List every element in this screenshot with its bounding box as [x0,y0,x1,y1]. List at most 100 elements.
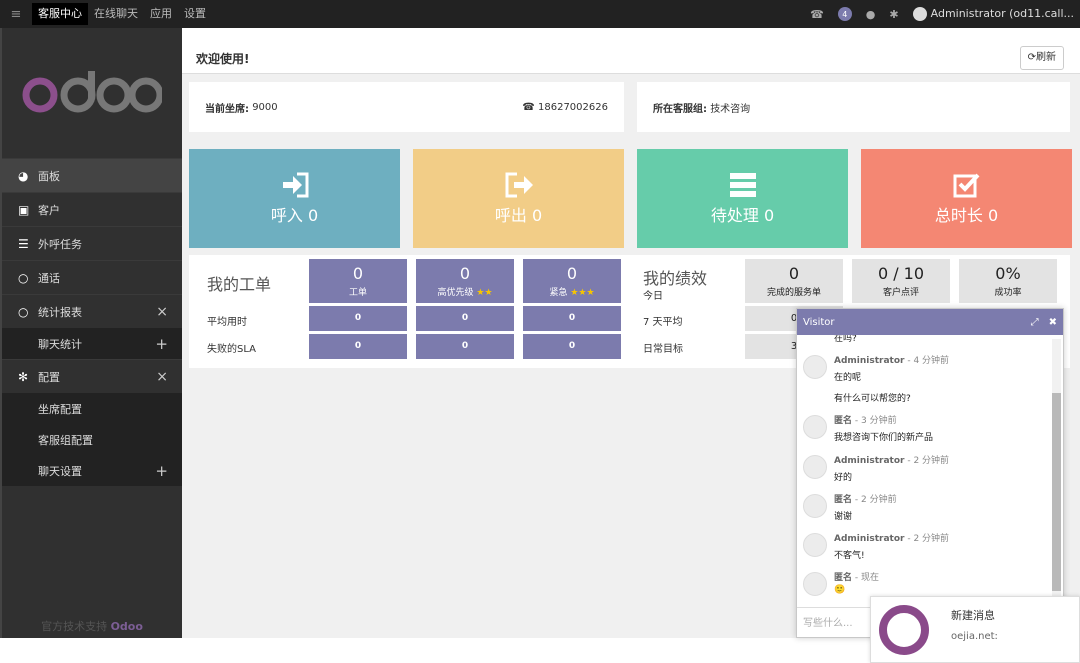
ticket-count-cell[interactable]: 0 工单 [309,259,407,303]
sidebar-item-label: 统计报表 [38,305,82,319]
chat-thread: 在吗? Administrator - 4 分钟前 在的呢 有什么可以帮您的? 匿名… [797,335,1053,605]
collapse-icon[interactable]: × [156,304,168,320]
sidebar-item-config[interactable]: ✻ 配置 × [2,359,182,393]
cell-value: 0% [995,264,1021,283]
stat-cell[interactable]: 0 [523,306,621,331]
cell-value: 0 [566,264,578,283]
tile-label: 待处理 0 [710,205,775,225]
sidebar-item-chat-stats[interactable]: 聊天统计 + [2,328,182,359]
row-label: 今日 [643,291,663,302]
group-label: 所在客服组: [653,103,707,115]
top-bar: ≡ 客服中心 在线聊天 应用 设置 ☎ 4 ● ✱ Administrator … [0,0,1080,28]
tile-pending[interactable]: 待处理 0 [637,149,848,248]
expand-icon[interactable]: + [155,335,168,353]
app-window: ≡ 客服中心 在线聊天 应用 设置 ☎ 4 ● ✱ Administrator … [0,0,1080,663]
high-priority-cell[interactable]: 0 高优先级 ★★ [416,259,514,303]
footer-brand-link[interactable]: Odoo [111,620,143,633]
tickets-title: 我的工单 [207,275,272,294]
avatar [912,7,927,21]
desktop-notification[interactable]: 新建消息 oejia.net: [870,596,1080,663]
collapse-icon[interactable]: × [156,369,168,385]
message-meta: 匿名 - 2 分钟前 [834,495,897,505]
message-author: 匿名 [834,495,853,505]
app-settings[interactable]: 设置 [178,3,212,25]
chat-bubble-icon[interactable]: ● [866,8,876,21]
chat-header[interactable]: Visitor ⤢ ✖ [797,309,1063,335]
sign-out-icon [505,172,533,197]
footer-text: 官方技术支持 [41,620,108,633]
sidebar-item-chat-settings[interactable]: 聊天设置 + [2,455,182,486]
performance-title: 我的绩效 [643,269,708,288]
bug-icon[interactable]: ✱ [889,8,898,21]
sidebar-item-reports[interactable]: ○ 统计报表 × [2,294,182,328]
cell-label: 成功率 [994,288,1022,298]
message-time: 4 分钟前 [913,356,950,366]
message-time: 2 分钟前 [913,534,950,544]
customer-rating-cell[interactable]: 0 / 10 客户点评 [852,259,950,303]
stat-cell[interactable]: 0 [416,306,514,331]
message-time: 2 分钟前 [913,456,950,466]
check-square-icon [953,173,979,197]
contact-icon: ▣ [18,202,30,217]
sidebar-item-customers[interactable]: ▣ 客户 [2,192,182,226]
tile-outbound[interactable]: 呼出 0 [413,149,624,248]
stat-cell[interactable]: 0 [309,306,407,331]
message-meta: 匿名 - 3 分钟前 [834,416,897,426]
cell-label-text: 高优先级 [437,288,474,298]
user-menu[interactable]: Administrator (od11.call... [912,7,1074,21]
expand-icon[interactable]: + [155,462,168,480]
sidebar-item-dashboard[interactable]: ◕ 面板 [2,158,182,192]
phone-icon[interactable]: ☎ [810,8,824,21]
stat-cell[interactable]: 0 [309,334,407,359]
page-title: 欢迎使用! [196,52,250,66]
sidebar: ◕ 面板 ▣ 客户 ☰ 外呼任务 ○ 通话 ○ 统计报表 × 聊天统计 + ✻ 配置 × 坐席配置… [0,28,182,638]
message-author: 匿名 [834,416,853,426]
sidebar-item-label: 坐席配置 [38,402,82,416]
completed-orders-cell[interactable]: 0 完成的服务单 [745,259,843,303]
notification-badge[interactable]: 4 [837,7,852,21]
phone-number: 18627002626 [538,101,608,113]
success-rate-cell[interactable]: 0% 成功率 [959,259,1057,303]
tile-total-duration[interactable]: 总时长 0 [861,149,1072,248]
cell-value: 0 [352,264,364,283]
chat-window[interactable]: Visitor ⤢ ✖ 在吗? Administrator - 4 分钟前 在的呢有… [796,308,1064,638]
stat-cell[interactable]: 0 [416,334,514,359]
phone-icon: ☎ [522,101,538,113]
message-text: 不客气! [834,551,865,561]
group-info-card: 所在客服组: 技术咨询 [637,82,1070,132]
refresh-button[interactable]: ⟳刷新 [1019,46,1064,70]
message-text: 我想咨询下你们的新产品 [834,433,934,443]
message-author: Administrator [834,456,905,466]
cell-label: 客户点评 [882,288,919,298]
message-time: 3 分钟前 [861,416,897,426]
urgent-cell[interactable]: 0 紧急 ★★★ [523,259,621,303]
sidebar-item-label: 聊天设置 [38,464,82,478]
app-apps[interactable]: 应用 [144,3,178,25]
sidebar-item-seat-config[interactable]: 坐席配置 [2,393,182,424]
row-label: 7 天平均 [643,317,683,328]
stat-cell[interactable]: 0 [523,334,621,359]
cell-value: 0 [459,264,471,283]
row-label: 平均用时 [207,317,247,328]
menu-toggle-icon[interactable]: ≡ [0,7,32,22]
message-text: 谢谢 [834,512,853,522]
expand-icon[interactable]: ⤢ [1031,317,1039,328]
notification-title: 新建消息 [951,609,995,622]
sidebar-item-calls[interactable]: ○ 通话 [2,260,182,294]
message-text: 有什么可以帮您的? [834,394,911,404]
message-meta: Administrator - 4 分钟前 [834,356,950,366]
tile-label: 总时长 0 [934,205,999,225]
scroll-thumb[interactable] [1052,393,1061,591]
chat-scrollbar[interactable] [1052,339,1061,601]
tile-inbound[interactable]: 呼入 0 [189,149,400,248]
cell-label: 工单 [348,288,367,298]
notification-body: oejia.net: [951,631,998,642]
app-service-center[interactable]: 客服中心 [32,3,88,25]
odoo-logo-icon [879,605,929,655]
sidebar-item-group-config[interactable]: 客服组配置 [2,424,182,455]
control-panel: 欢迎使用! ⟳刷新 [182,28,1080,74]
close-icon[interactable]: ✖ [1049,317,1057,328]
app-live-chat[interactable]: 在线聊天 [88,3,144,25]
message-meta: Administrator - 2 分钟前 [834,456,950,466]
sidebar-item-outbound-tasks[interactable]: ☰ 外呼任务 [2,226,182,260]
